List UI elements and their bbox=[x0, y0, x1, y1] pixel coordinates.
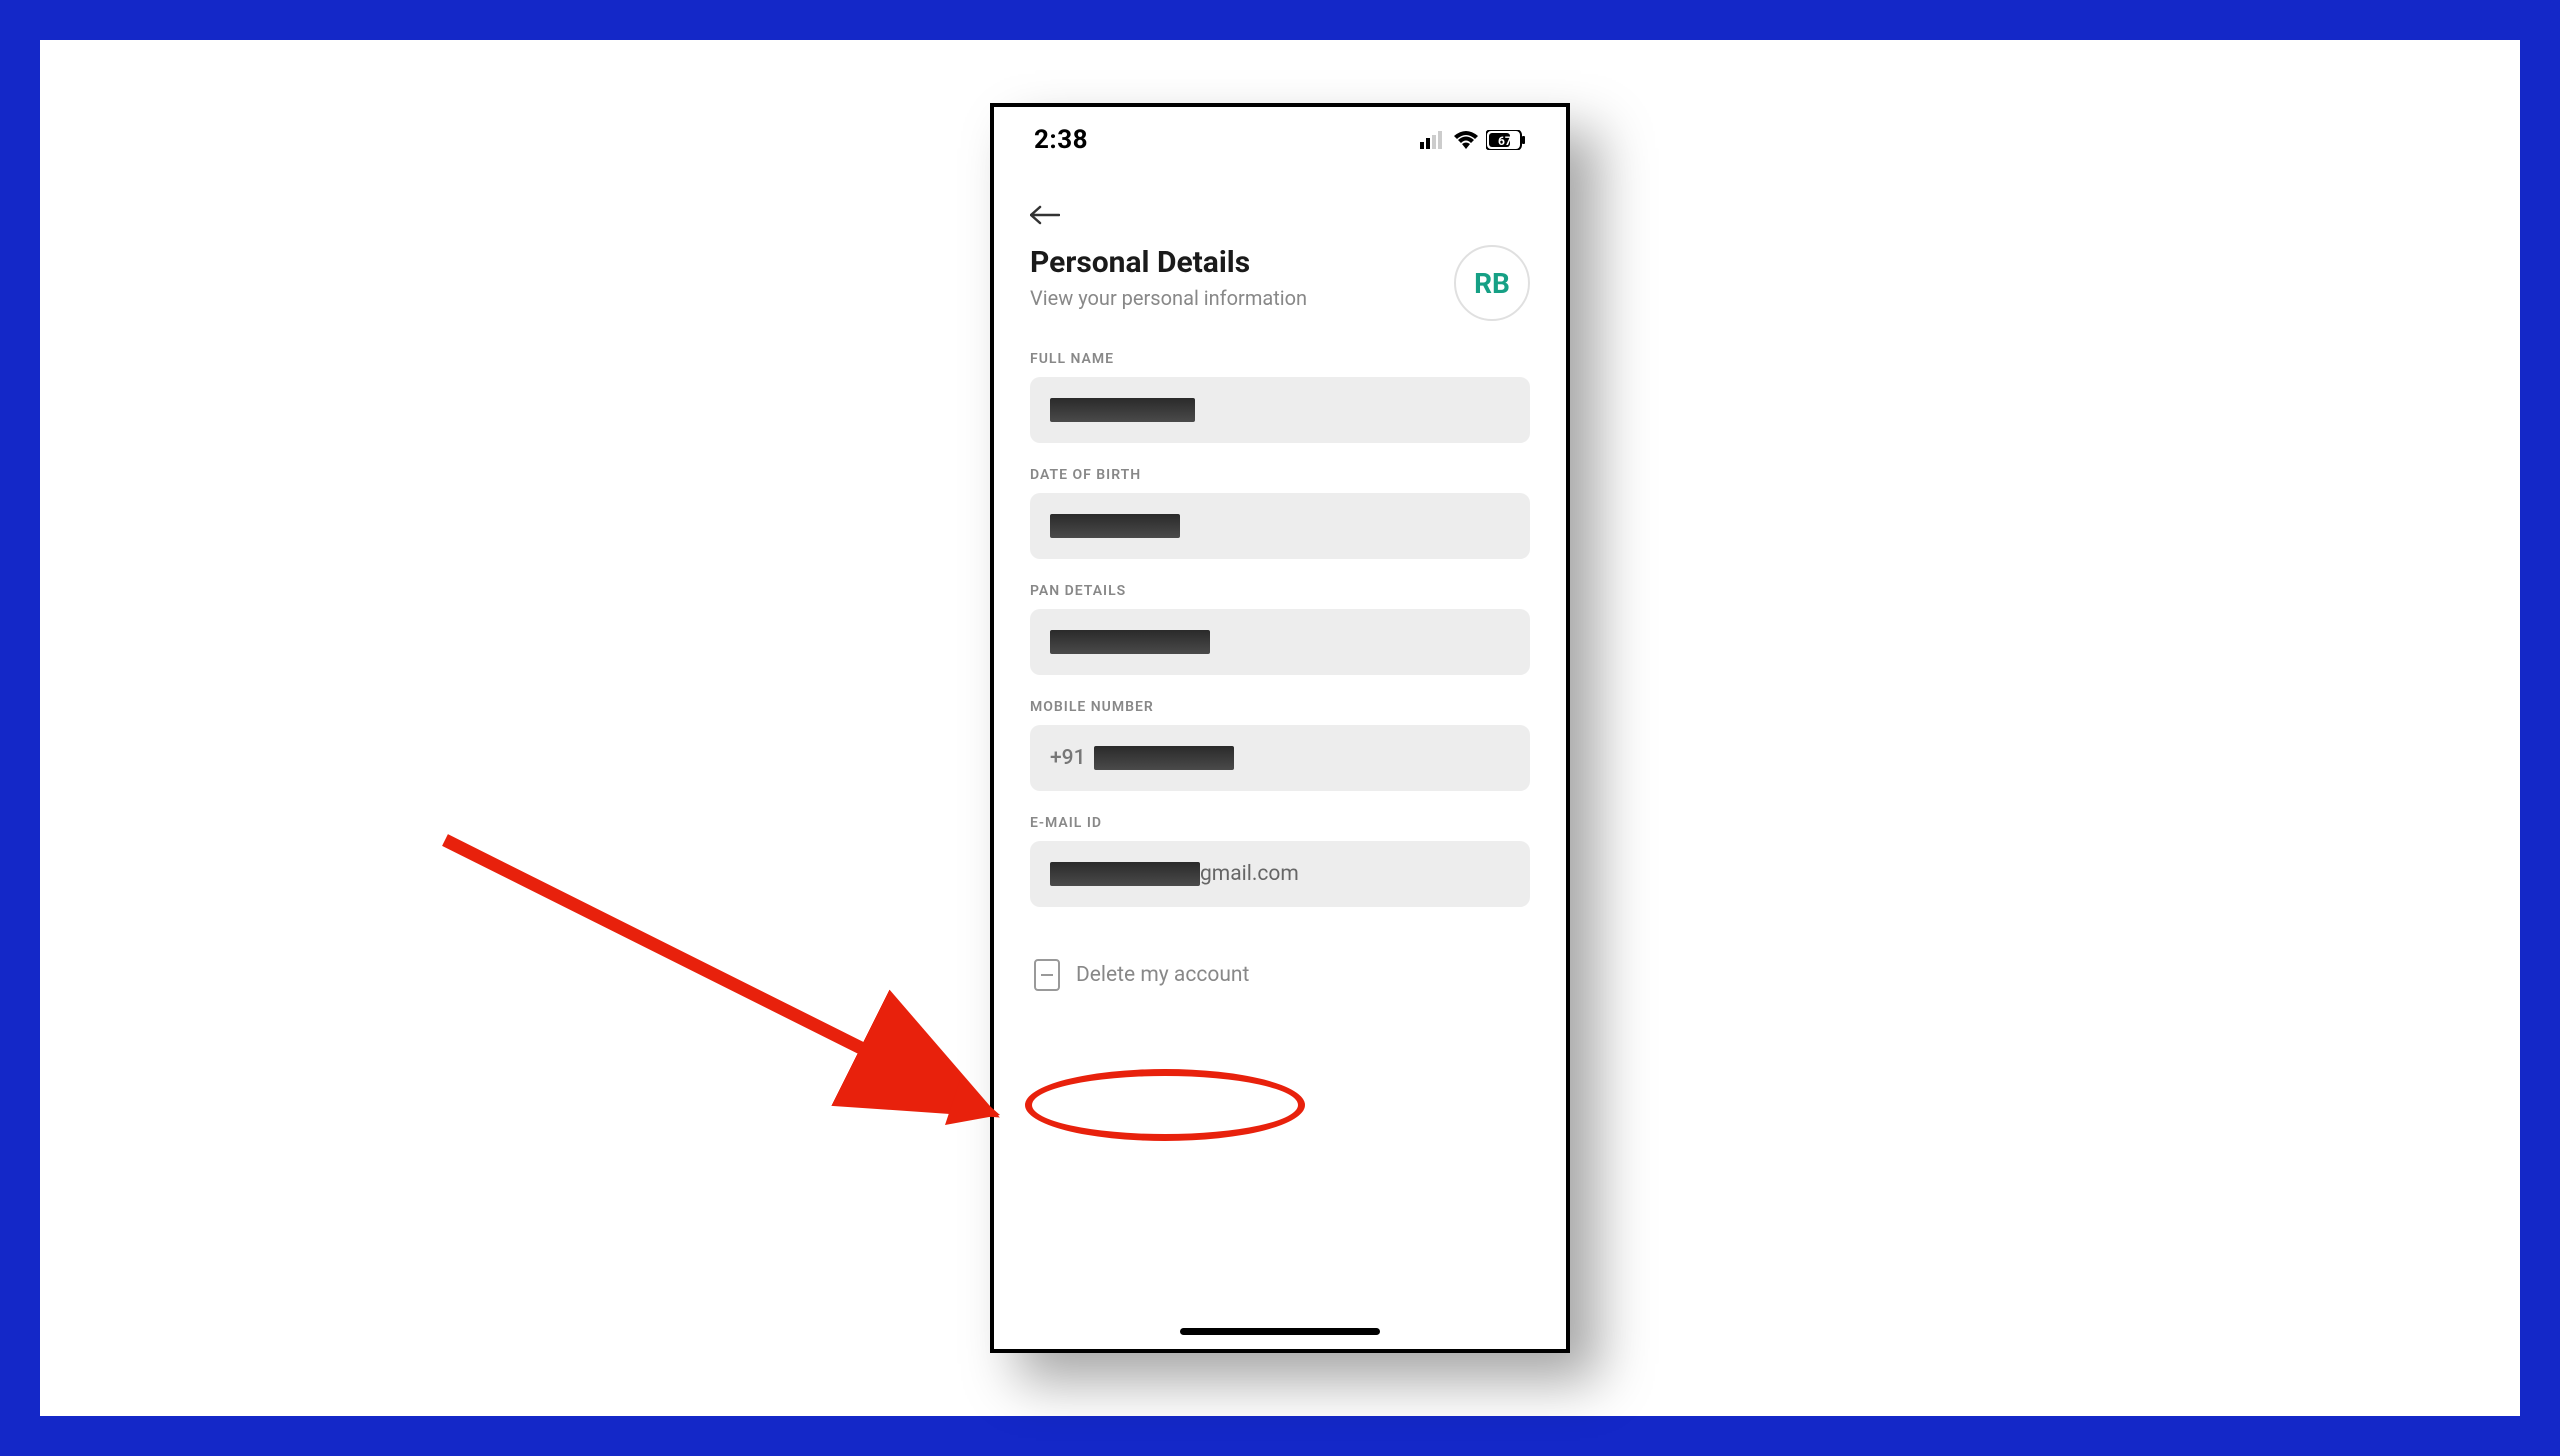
battery-icon: 67 bbox=[1486, 130, 1526, 150]
phone-frame: 2:38 bbox=[990, 103, 1570, 1353]
redacted-value bbox=[1094, 746, 1234, 770]
status-time: 2:38 bbox=[1034, 125, 1088, 155]
email-suffix: gmail.com bbox=[1200, 862, 1299, 886]
email-group: E-MAIL ID gmail.com bbox=[1030, 815, 1530, 907]
avatar[interactable]: RB bbox=[1454, 245, 1530, 321]
mobile-field[interactable]: +91 bbox=[1030, 725, 1530, 791]
full-name-label: FULL NAME bbox=[1030, 351, 1530, 367]
pan-field[interactable] bbox=[1030, 609, 1530, 675]
pan-group: PAN DETAILS bbox=[1030, 583, 1530, 675]
redacted-value bbox=[1050, 514, 1180, 538]
email-field[interactable]: gmail.com bbox=[1030, 841, 1530, 907]
status-bar: 2:38 bbox=[994, 107, 1566, 165]
svg-text:67: 67 bbox=[1498, 134, 1512, 148]
redacted-value bbox=[1050, 630, 1210, 654]
home-indicator[interactable] bbox=[1180, 1328, 1380, 1335]
mobile-label: MOBILE NUMBER bbox=[1030, 699, 1530, 715]
redacted-value bbox=[1050, 398, 1195, 422]
pan-label: PAN DETAILS bbox=[1030, 583, 1530, 599]
redacted-value bbox=[1050, 862, 1200, 886]
back-button[interactable] bbox=[1030, 205, 1060, 225]
page-subtitle: View your personal information bbox=[1030, 286, 1454, 310]
page-title: Personal Details bbox=[1030, 245, 1454, 280]
mobile-group: MOBILE NUMBER +91 bbox=[1030, 699, 1530, 791]
dob-field[interactable] bbox=[1030, 493, 1530, 559]
delete-account-label: Delete my account bbox=[1076, 963, 1249, 987]
dob-label: DATE OF BIRTH bbox=[1030, 467, 1530, 483]
canvas: 2:38 bbox=[40, 40, 2520, 1416]
wifi-icon bbox=[1454, 131, 1478, 149]
signal-icon bbox=[1420, 131, 1446, 149]
delete-account-button[interactable]: Delete my account bbox=[1030, 951, 1253, 999]
screen-content: Personal Details View your personal info… bbox=[994, 165, 1566, 999]
page-header: Personal Details View your personal info… bbox=[1030, 245, 1530, 321]
mobile-prefix: +91 bbox=[1050, 746, 1086, 770]
full-name-group: FULL NAME bbox=[1030, 351, 1530, 443]
email-label: E-MAIL ID bbox=[1030, 815, 1530, 831]
status-icons: 67 bbox=[1420, 130, 1526, 150]
delete-icon bbox=[1034, 959, 1060, 991]
annotation-arrow bbox=[435, 830, 1005, 1140]
full-name-field[interactable] bbox=[1030, 377, 1530, 443]
dob-group: DATE OF BIRTH bbox=[1030, 467, 1530, 559]
